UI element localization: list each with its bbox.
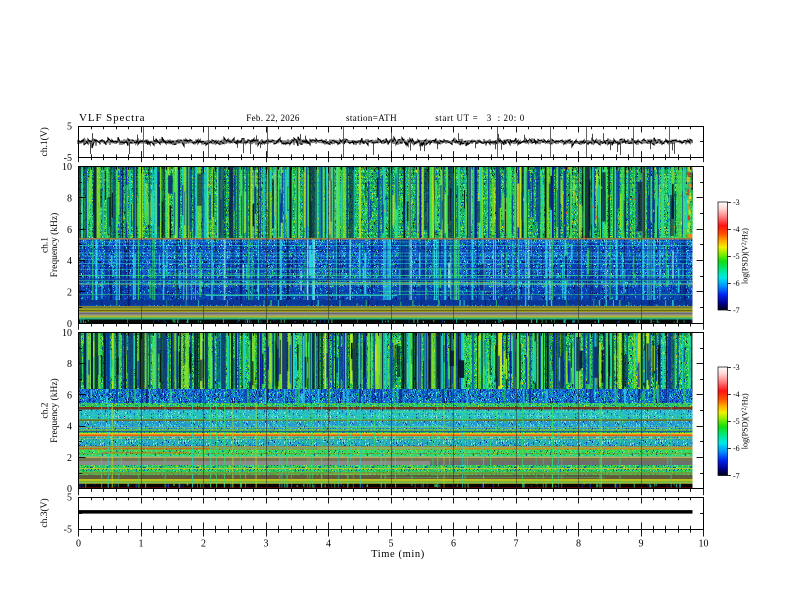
svg-text:-5: -5 xyxy=(733,252,740,261)
svg-text:start UT = 3 : 20: 0: start UT = 3 : 20: 0 xyxy=(435,113,525,123)
svg-text:2: 2 xyxy=(201,539,206,550)
svg-text:7: 7 xyxy=(514,539,519,550)
svg-text:6: 6 xyxy=(67,390,72,401)
svg-text:-5: -5 xyxy=(64,525,72,536)
svg-text:Frequency (kHz): Frequency (kHz) xyxy=(49,213,60,278)
svg-text:6: 6 xyxy=(67,225,72,236)
svg-text:ch.1(V): ch.1(V) xyxy=(39,127,50,156)
svg-text:-7: -7 xyxy=(733,471,740,480)
svg-text:5: 5 xyxy=(67,493,72,504)
svg-text:5: 5 xyxy=(67,122,72,133)
svg-text:-3: -3 xyxy=(733,363,740,372)
svg-text:ch.2: ch.2 xyxy=(41,402,51,418)
svg-text:ch.1: ch.1 xyxy=(41,237,51,253)
svg-text:2: 2 xyxy=(67,453,72,464)
svg-text:ch.3(V): ch.3(V) xyxy=(39,498,50,527)
svg-text:4: 4 xyxy=(67,256,72,267)
svg-text:4: 4 xyxy=(67,422,72,433)
svg-text:10: 10 xyxy=(62,328,72,339)
svg-text:10: 10 xyxy=(62,162,72,173)
svg-text:-4: -4 xyxy=(733,390,740,399)
svg-text:-4: -4 xyxy=(733,225,740,234)
svg-text:Frequency (kHz): Frequency (kHz) xyxy=(49,378,60,443)
svg-text:0: 0 xyxy=(76,539,81,550)
svg-text:6: 6 xyxy=(451,539,456,550)
svg-text:log(PSD)(V2/Hz): log(PSD)(V2/Hz) xyxy=(741,393,750,449)
svg-text:-5: -5 xyxy=(733,417,740,426)
svg-text:4: 4 xyxy=(326,539,331,550)
svg-text:-7: -7 xyxy=(733,306,740,315)
svg-text:Time (min): Time (min) xyxy=(371,549,425,560)
svg-text:8: 8 xyxy=(576,539,581,550)
svg-text:8: 8 xyxy=(67,359,72,370)
svg-text:Feb. 22, 2026: Feb. 22, 2026 xyxy=(246,113,300,123)
svg-text:-6: -6 xyxy=(733,444,740,453)
svg-text:2: 2 xyxy=(67,287,72,298)
svg-text:3: 3 xyxy=(264,539,269,550)
svg-text:10: 10 xyxy=(699,539,709,550)
svg-text:log(PSD)(V2/Hz): log(PSD)(V2/Hz) xyxy=(741,228,750,284)
svg-text:-6: -6 xyxy=(733,279,740,288)
svg-text:9: 9 xyxy=(639,539,644,550)
svg-text:1: 1 xyxy=(139,539,144,550)
svg-text:station=ATH: station=ATH xyxy=(346,113,397,123)
svg-text:VLF Spectra: VLF Spectra xyxy=(79,112,145,124)
svg-text:-3: -3 xyxy=(733,198,740,207)
svg-text:8: 8 xyxy=(67,193,72,204)
